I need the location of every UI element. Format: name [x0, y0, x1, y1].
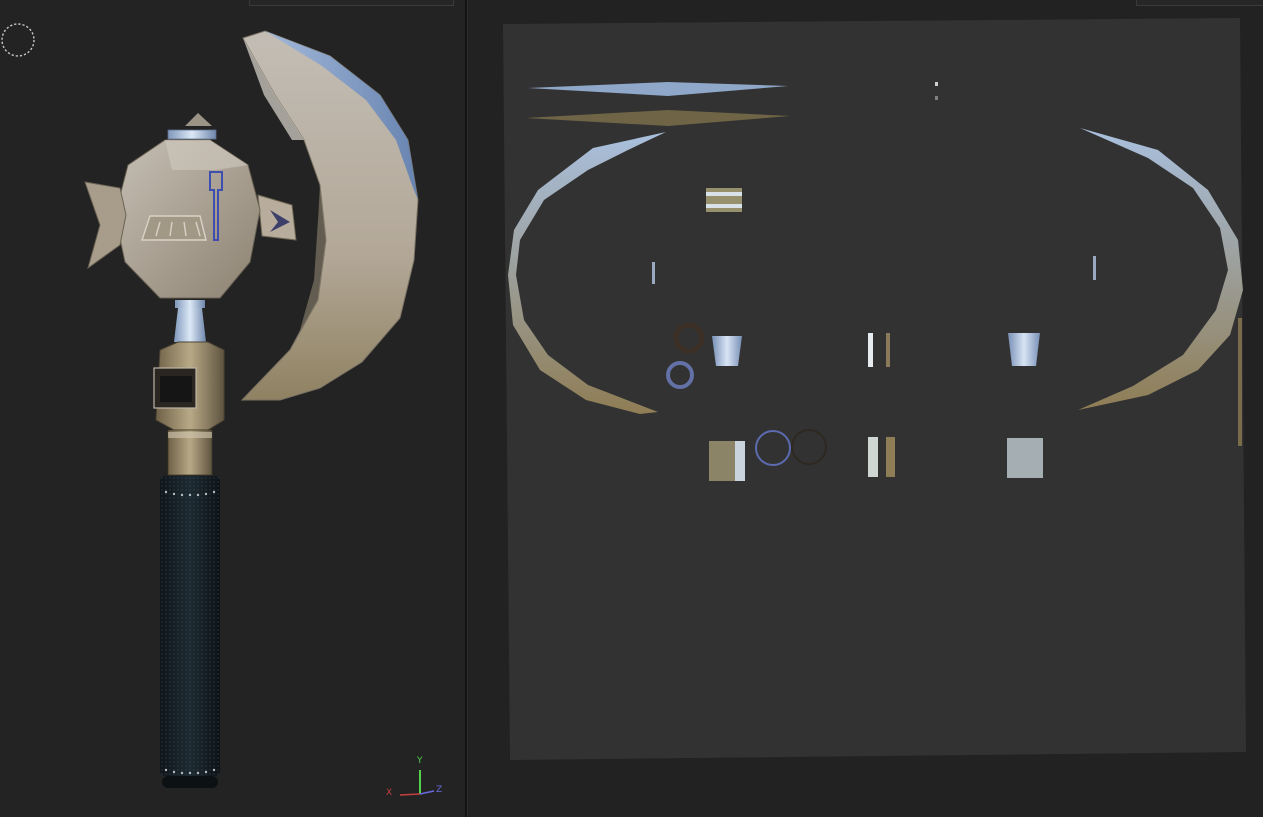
axis-x-label: X: [386, 788, 393, 798]
viewport-3d[interactable]: Y X Z: [0, 0, 465, 817]
viewport-2d-texture[interactable]: [468, 0, 1263, 817]
uv-canvas[interactable]: [468, 0, 1263, 817]
axe-model[interactable]: [0, 0, 465, 817]
axis-orientation-gizmo: Y X Z: [382, 752, 446, 802]
texture-editor-window: Y X Z: [0, 0, 1263, 817]
axis-y-label: Y: [417, 756, 423, 766]
axis-z-label: Z: [436, 785, 443, 795]
